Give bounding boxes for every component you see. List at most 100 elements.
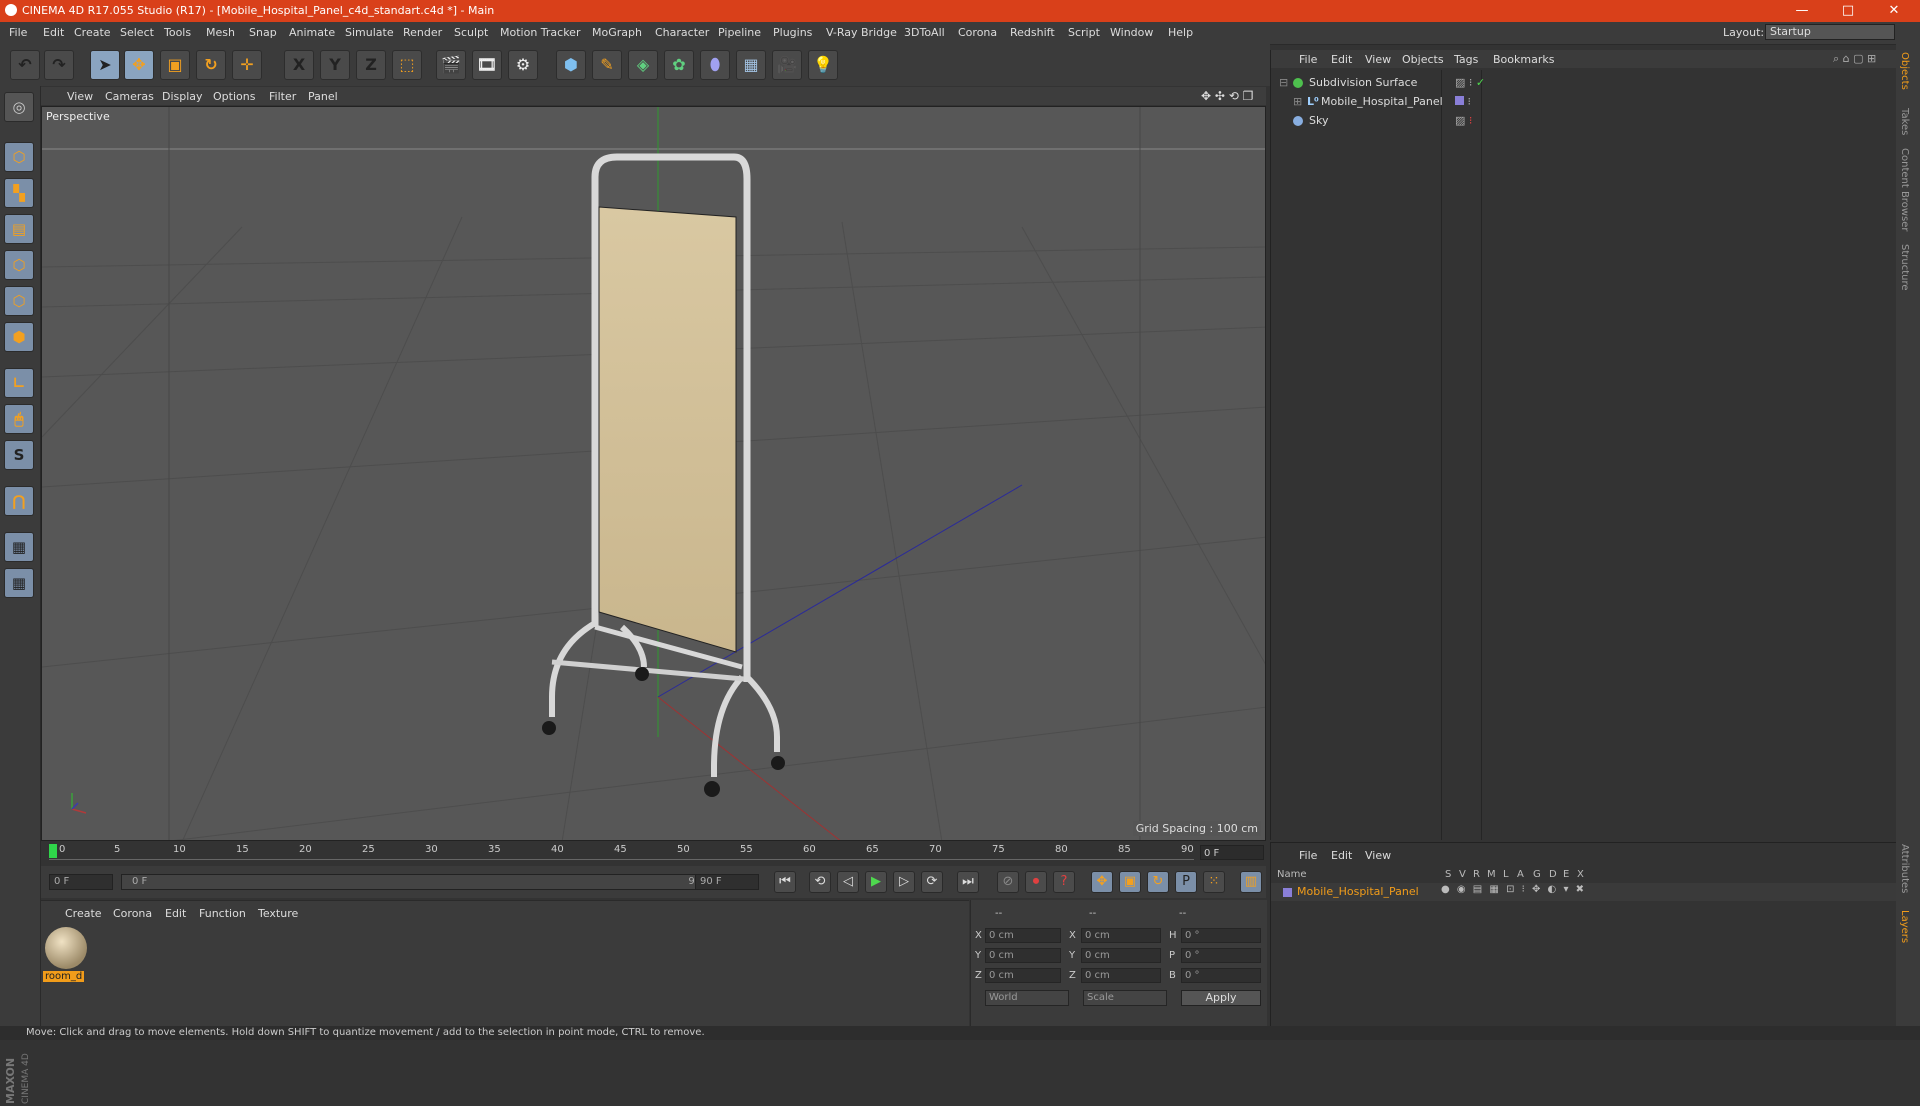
tweak-mode-button[interactable]: 🖱: [4, 404, 34, 434]
menu-create[interactable]: Create: [74, 26, 111, 39]
previous-frame-button[interactable]: ◁: [837, 871, 859, 893]
menu-corona[interactable]: Corona: [958, 26, 997, 39]
maximize-button[interactable]: □: [1828, 1, 1868, 21]
edges-mode-button[interactable]: ⬡: [4, 286, 34, 316]
menu-help[interactable]: Help: [1168, 26, 1193, 39]
menu-redshift[interactable]: Redshift: [1010, 26, 1055, 39]
layer-column-header[interactable]: R: [1473, 869, 1480, 880]
apply-button[interactable]: Apply: [1181, 990, 1261, 1006]
menu-animate[interactable]: Animate: [289, 26, 335, 39]
texture-mode-button[interactable]: ▚: [4, 178, 34, 208]
viewport-menu-cameras[interactable]: Cameras: [105, 90, 154, 103]
coord-rot-b-field[interactable]: 0 °: [1181, 968, 1261, 983]
menu-motion-tracker[interactable]: Motion Tracker: [500, 26, 580, 39]
viewport-menu-filter[interactable]: Filter: [269, 90, 296, 103]
material-menu-texture[interactable]: Texture: [258, 907, 298, 920]
expand-icon[interactable]: ⊞: [1293, 93, 1302, 111]
menu-plugins[interactable]: Plugins: [773, 26, 812, 39]
snap-button[interactable]: ⋂: [4, 486, 34, 516]
viewport-navigation-icons[interactable]: ✥ ✣ ⟲ ❐: [1201, 89, 1253, 103]
timeline-window-button[interactable]: ▥: [1240, 871, 1262, 893]
frame-range-slider[interactable]: 0 F 90 F: [121, 874, 721, 890]
layer-name[interactable]: Mobile_Hospital_Panel: [1297, 885, 1419, 898]
add-cube-button[interactable]: ⬢: [556, 50, 586, 80]
tab-attributes[interactable]: Attributes: [1899, 844, 1910, 893]
add-nurbs-button[interactable]: ◈: [628, 50, 658, 80]
parameter-key-button[interactable]: P: [1175, 871, 1197, 893]
menu-select[interactable]: Select: [120, 26, 154, 39]
layer-color-swatch[interactable]: [1283, 888, 1292, 897]
coord-space-dropdown[interactable]: World: [985, 990, 1069, 1006]
menu-script[interactable]: Script: [1068, 26, 1100, 39]
add-light-button[interactable]: 💡: [808, 50, 838, 80]
layer-column-header[interactable]: G: [1533, 869, 1541, 880]
coord-size-mode-dropdown[interactable]: Scale: [1083, 990, 1167, 1006]
object-menu-bookmarks[interactable]: Bookmarks: [1493, 53, 1554, 66]
viewport-menu-panel[interactable]: Panel: [308, 90, 338, 103]
model-mode-button[interactable]: ⬡: [4, 142, 34, 172]
layer-column-header[interactable]: L: [1503, 869, 1509, 880]
record-active-button[interactable]: ⊘: [997, 871, 1019, 893]
move-tool-button[interactable]: ✥: [124, 50, 154, 80]
material-menu-edit[interactable]: Edit: [165, 907, 186, 920]
menu-tools[interactable]: Tools: [164, 26, 191, 39]
solo-mode-button[interactable]: S: [4, 440, 34, 470]
transform-tool-button[interactable]: ✛: [232, 50, 262, 80]
x-axis-button[interactable]: X: [284, 50, 314, 80]
minimize-button[interactable]: —: [1782, 1, 1822, 21]
rotation-key-button[interactable]: ↻: [1147, 871, 1169, 893]
layer-column-header[interactable]: D: [1549, 869, 1557, 880]
next-key-button[interactable]: ⟳: [921, 871, 943, 893]
menu-window[interactable]: Window: [1110, 26, 1153, 39]
tag-icons[interactable]: ▨ ⁝: [1455, 112, 1472, 130]
render-view-button[interactable]: 🎬: [436, 50, 466, 80]
material-menu-create[interactable]: Create: [65, 907, 102, 920]
tab-content-browser[interactable]: Content Browser: [1899, 148, 1910, 231]
autokey-button[interactable]: ⏺: [1025, 871, 1047, 893]
layer-name-header[interactable]: Name: [1277, 869, 1307, 880]
layer-column-header[interactable]: A: [1517, 869, 1524, 880]
layer-menu-view[interactable]: View: [1365, 849, 1391, 862]
go-to-start-button[interactable]: ⏮: [774, 871, 796, 893]
object-menu-view[interactable]: View: [1365, 53, 1391, 66]
add-array-button[interactable]: ✿: [664, 50, 694, 80]
z-axis-button[interactable]: Z: [356, 50, 386, 80]
object-menu-tags[interactable]: Tags: [1454, 53, 1478, 66]
end-frame-field[interactable]: 90 F: [695, 874, 759, 890]
material-preview-sphere[interactable]: [45, 927, 87, 969]
render-settings-button[interactable]: ⚙: [508, 50, 538, 80]
tab-layers[interactable]: Layers: [1899, 910, 1910, 943]
object-row-subdivision-surface[interactable]: ⊟ Subdivision Surface ▨ ⁝ ✓: [1279, 74, 1889, 92]
add-spline-button[interactable]: ✎: [592, 50, 622, 80]
menu-mesh[interactable]: Mesh: [206, 26, 235, 39]
make-editable-button[interactable]: ◎: [4, 92, 34, 122]
scale-key-button[interactable]: ▣: [1119, 871, 1141, 893]
layer-column-header[interactable]: S: [1445, 869, 1451, 880]
material-menu-corona[interactable]: Corona: [113, 907, 152, 920]
menu-snap[interactable]: Snap: [249, 26, 277, 39]
menu-character[interactable]: Character: [655, 26, 709, 39]
rotate-tool-button[interactable]: ↻: [196, 50, 226, 80]
coord-pos-x-field[interactable]: 0 cm: [985, 928, 1061, 943]
object-row-sky[interactable]: Sky ▨ ⁝: [1279, 112, 1889, 130]
menu-render[interactable]: Render: [403, 26, 442, 39]
layer-column-header[interactable]: X: [1577, 869, 1584, 880]
menu-simulate[interactable]: Simulate: [345, 26, 394, 39]
polygons-mode-button[interactable]: ⬢: [4, 322, 34, 352]
coord-size-x-field[interactable]: 0 cm: [1081, 928, 1161, 943]
menu-file[interactable]: File: [9, 26, 27, 39]
viewport-menu-view[interactable]: View: [67, 90, 93, 103]
axis-mode-button[interactable]: ∟: [4, 368, 34, 398]
coord-rot-p-field[interactable]: 0 °: [1181, 948, 1261, 963]
layer-column-header[interactable]: V: [1459, 869, 1466, 880]
menu-pipeline[interactable]: Pipeline: [718, 26, 761, 39]
viewport-menu-display[interactable]: Display: [162, 90, 203, 103]
tab-objects[interactable]: Objects: [1899, 52, 1910, 90]
scale-tool-button[interactable]: ▣: [160, 50, 190, 80]
menu-sculpt[interactable]: Sculpt: [454, 26, 488, 39]
tab-structure[interactable]: Structure: [1899, 244, 1910, 291]
redo-button[interactable]: ↷: [44, 50, 74, 80]
render-picture-viewer-button[interactable]: 🎞: [472, 50, 502, 80]
coord-pos-y-field[interactable]: 0 cm: [985, 948, 1061, 963]
collapse-icon[interactable]: ⊟: [1279, 74, 1288, 92]
